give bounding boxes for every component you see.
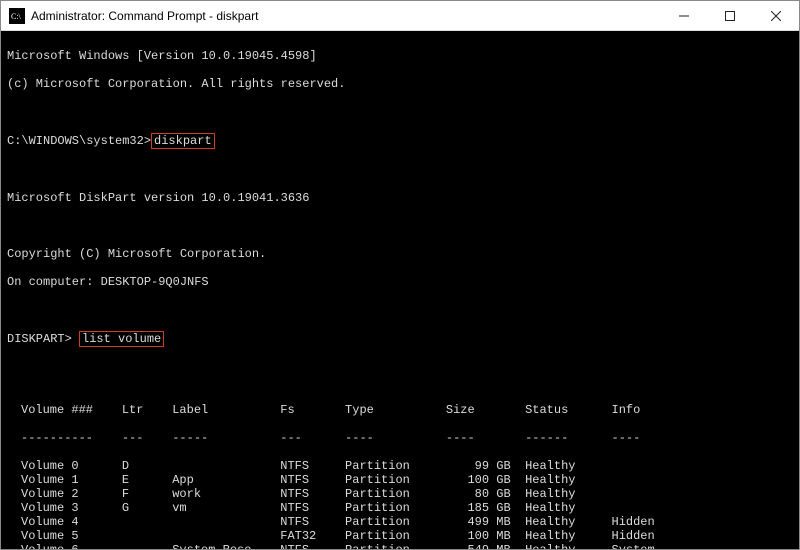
volume-table-row: Volume 1 E App NTFS Partition 100 GB Hea… — [21, 473, 793, 487]
maximize-button[interactable] — [707, 1, 753, 30]
titlebar[interactable]: C:\ Administrator: Command Prompt - disk… — [1, 1, 799, 31]
version-line: Microsoft Windows [Version 10.0.19045.45… — [7, 49, 793, 63]
terminal-output[interactable]: Microsoft Windows [Version 10.0.19045.45… — [1, 31, 799, 549]
copyright-line: (c) Microsoft Corporation. All rights re… — [7, 77, 793, 91]
volume-table: Volume ### Ltr Label Fs Type Size Status… — [21, 389, 793, 549]
window-title: Administrator: Command Prompt - diskpart — [31, 9, 661, 23]
cmd-list-volume: list volume — [79, 331, 164, 347]
diskpart-version: Microsoft DiskPart version 10.0.19041.36… — [7, 191, 793, 205]
volume-table-row: Volume 6 System Rese NTFS Partition 549 … — [21, 543, 793, 549]
cmd-icon: C:\ — [9, 8, 25, 24]
svg-text:C:\: C:\ — [11, 12, 22, 21]
volume-table-header: Volume ### Ltr Label Fs Type Size Status… — [21, 403, 793, 417]
volume-table-row: Volume 2 F work NTFS Partition 80 GB Hea… — [21, 487, 793, 501]
diskpart-copyright: Copyright (C) Microsoft Corporation. — [7, 247, 793, 261]
volume-table-row: Volume 5 FAT32 Partition 100 MB Healthy … — [21, 529, 793, 543]
minimize-button[interactable] — [661, 1, 707, 30]
close-button[interactable] — [753, 1, 799, 30]
prompt-line-1: C:\WINDOWS\system32>diskpart — [7, 133, 793, 149]
volume-table-row: Volume 0 D NTFS Partition 99 GB Healthy — [21, 459, 793, 473]
window-controls — [661, 1, 799, 30]
volume-table-separator: ---------- --- ----- --- ---- ---- -----… — [21, 431, 793, 445]
volume-table-row: Volume 3 G vm NTFS Partition 185 GB Heal… — [21, 501, 793, 515]
command-prompt-window: C:\ Administrator: Command Prompt - disk… — [0, 0, 800, 550]
diskpart-prompt: DISKPART> — [7, 332, 72, 346]
diskpart-computer: On computer: DESKTOP-9Q0JNFS — [7, 275, 793, 289]
prompt-path: C:\WINDOWS\system32> — [7, 134, 151, 148]
prompt-line-2: DISKPART> list volume — [7, 331, 793, 347]
cmd-diskpart: diskpart — [151, 133, 215, 149]
volume-table-row: Volume 4 NTFS Partition 499 MB Healthy H… — [21, 515, 793, 529]
